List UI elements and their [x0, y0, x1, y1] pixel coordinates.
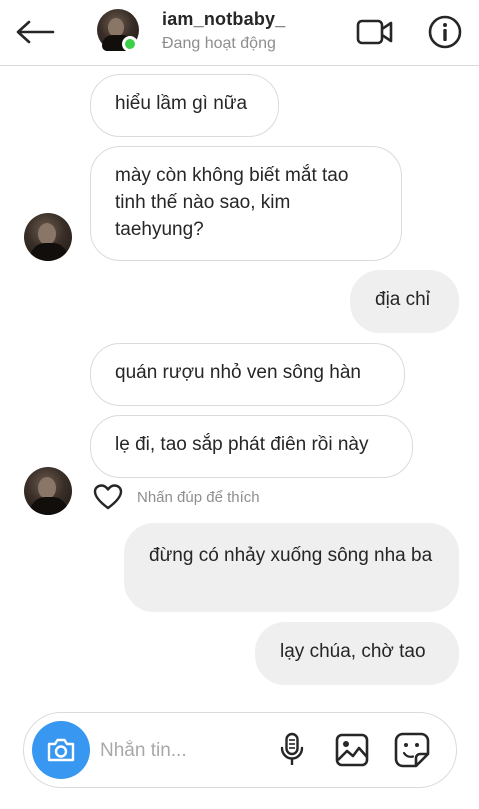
online-status-dot [122, 36, 138, 52]
info-button[interactable] [423, 12, 467, 52]
message-bubble-received[interactable]: lẹ đi, tao sắp phát điên rồi này [90, 415, 413, 478]
message-bubble-received[interactable]: hiểu lầm gì nữa [90, 74, 279, 137]
chat-username[interactable]: iam_notbaby_ [162, 9, 285, 30]
sticker-icon [394, 732, 430, 768]
like-button[interactable] [92, 482, 124, 512]
camera-icon [47, 738, 75, 762]
message-composer [23, 712, 457, 788]
active-status: Đang hoạt động [162, 35, 276, 52]
heart-icon [93, 484, 123, 510]
info-icon [428, 15, 462, 49]
message-bubble-sent[interactable]: lạy chúa, chờ tao [255, 622, 459, 685]
message-bubble-received[interactable]: mày còn không biết mắt tao tinh thế nào … [90, 146, 402, 261]
video-camera-icon [356, 19, 393, 45]
gallery-button[interactable] [331, 729, 373, 771]
like-hint-row: Nhấn đúp để thích [92, 482, 260, 512]
video-call-button[interactable] [352, 12, 398, 52]
camera-button[interactable] [32, 721, 90, 779]
microphone-icon [280, 732, 304, 765]
message-bubble-sent[interactable]: địa chỉ [350, 270, 459, 333]
avatar[interactable] [24, 467, 72, 515]
message-input[interactable] [100, 731, 260, 771]
avatar[interactable] [24, 213, 72, 261]
gallery-icon [335, 733, 369, 767]
message-bubble-received[interactable]: quán rượu nhỏ ven sông hàn [90, 343, 405, 406]
voice-message-button[interactable] [271, 729, 313, 771]
sticker-button[interactable] [391, 729, 433, 771]
chat-header: iam_notbaby_ Đang hoạt động [0, 0, 479, 66]
back-arrow-icon [16, 20, 55, 44]
like-hint-text: Nhấn đúp để thích [137, 488, 260, 506]
message-bubble-sent[interactable]: đừng có nhảy xuống sông nha ba [124, 523, 459, 612]
back-button[interactable] [12, 12, 58, 52]
